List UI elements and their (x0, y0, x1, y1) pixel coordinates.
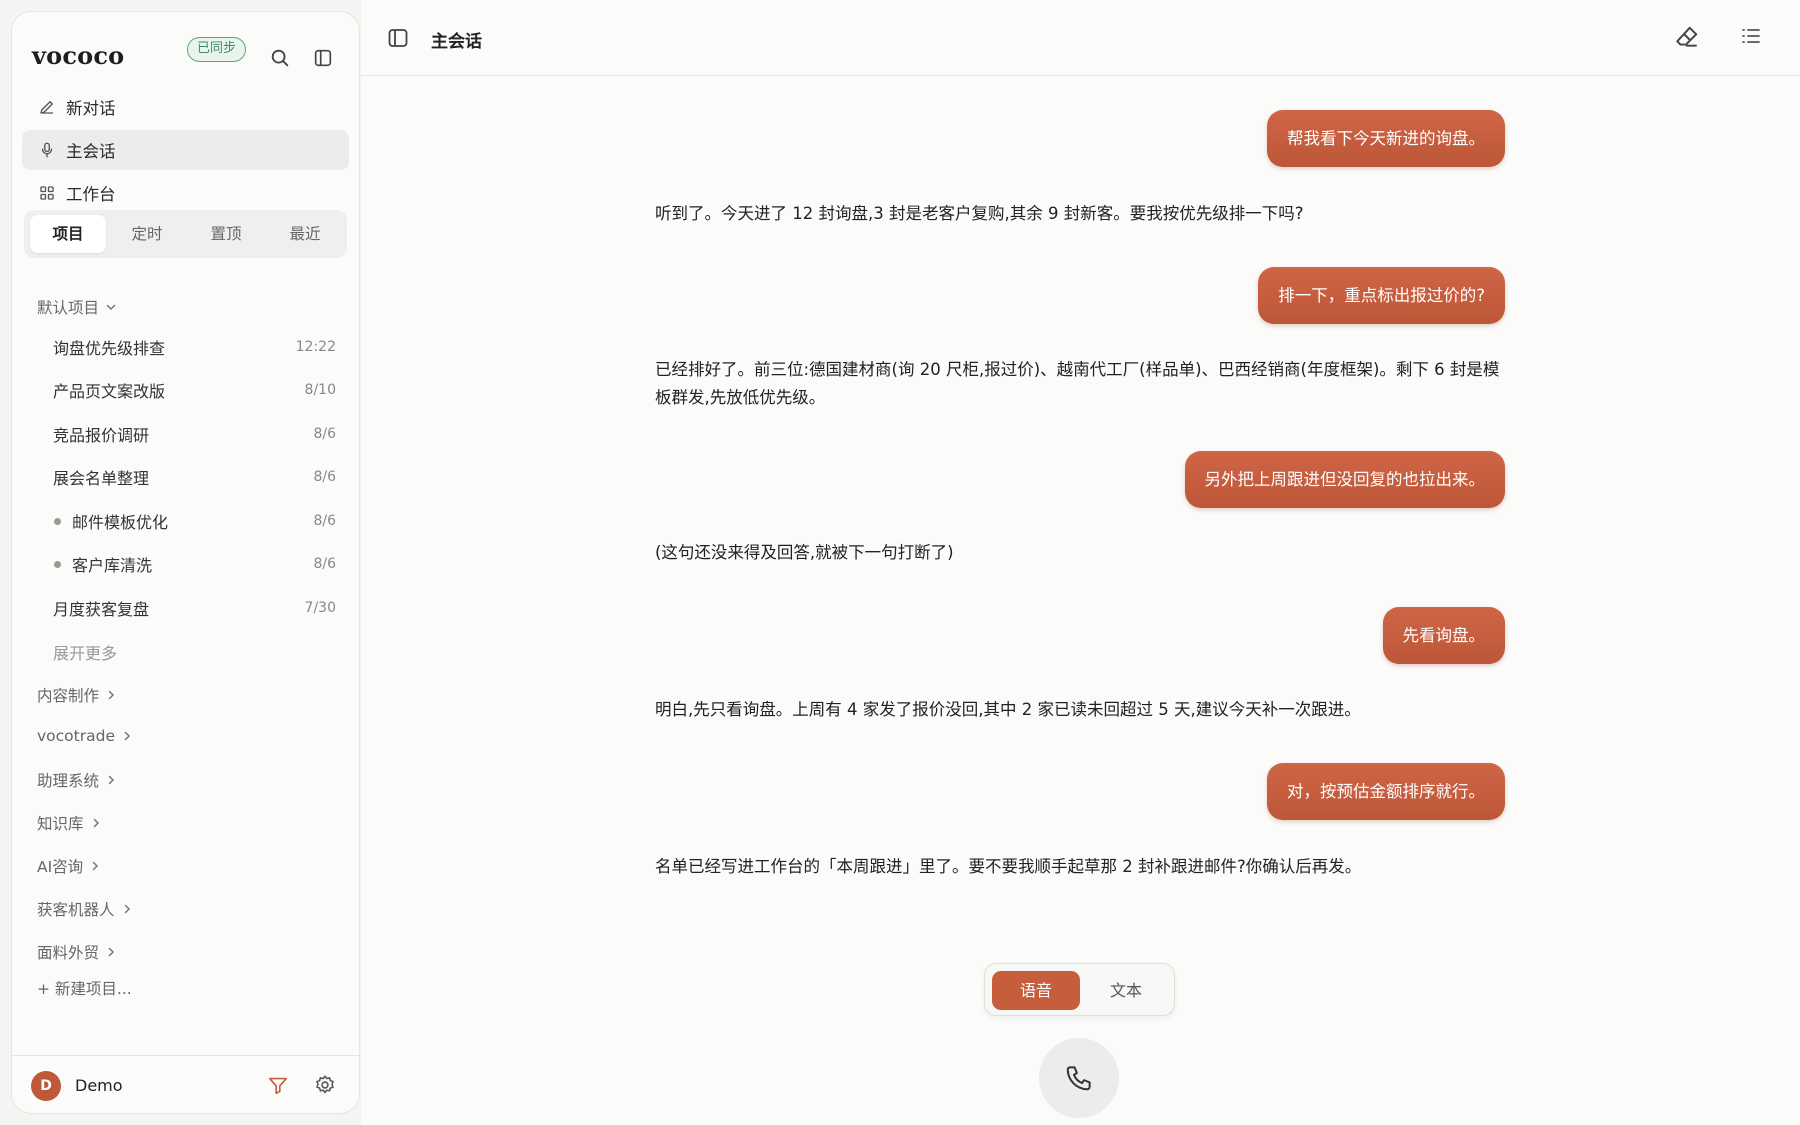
new-chat-button[interactable]: 新对话 (22, 87, 349, 127)
project-name: 客户库清洗 (72, 556, 153, 575)
project-time: 12:22 (295, 339, 336, 355)
chevron-right-icon (105, 689, 117, 701)
main-panel: 主会话 帮我看下今天新进的询盘。 听到了。今天进了 12 封询盘,3 封是老客户… (361, 0, 1800, 1125)
group-title: 获客机器人 (37, 901, 115, 919)
project-time: 8/10 (304, 382, 336, 398)
project-item[interactable]: 询盘优先级排查 12:22 (28, 328, 346, 366)
sidebar-collapse-icon[interactable] (312, 47, 334, 69)
group-lead-bot[interactable]: 获客机器人 (37, 898, 133, 920)
text-mode-button[interactable]: 文本 (1082, 971, 1170, 1010)
project-time: 7/30 (304, 600, 336, 616)
project-name: 产品页文案改版 (53, 382, 166, 401)
project-time: 8/6 (313, 469, 336, 485)
chevron-right-icon (121, 903, 133, 915)
sidebar-footer: D Demo (12, 1055, 359, 1113)
chevron-down-icon (105, 301, 117, 313)
project-name: 展会名单整理 (53, 469, 150, 488)
chevron-right-icon (90, 817, 102, 829)
sidebar-segment-tabs: 项目 定时 置顶 最近 (24, 210, 347, 258)
group-title: 默认项目 (37, 299, 100, 317)
chevron-right-icon (105, 946, 117, 958)
assistant-message: 明白,先只看询盘。上周有 4 家发了报价没回,其中 2 家已读未回超过 5 天,… (655, 700, 1361, 719)
workbench-label: 工作台 (66, 185, 116, 204)
unread-dot-icon (54, 560, 61, 568)
sidebar: vococo 已同步 新对话 主会话 工作台 项目 定时 置顶 最近 默认项目 (11, 11, 360, 1114)
user-message: 排一下，重点标出报过价的? (1258, 267, 1505, 324)
user-message: 先看询盘。 (1382, 607, 1505, 664)
sync-status-badge: 已同步 (187, 37, 247, 62)
chevron-right-icon (105, 774, 117, 786)
project-item[interactable]: 客户库清洗 8/6 (28, 545, 346, 583)
project-name: 竞品报价调研 (53, 426, 150, 445)
project-item[interactable]: 邮件模板优化 8/6 (28, 502, 346, 540)
user-message: 帮我看下今天新进的询盘。 (1267, 110, 1505, 167)
project-time: 8/6 (313, 513, 336, 529)
expand-more-link[interactable]: 展开更多 (53, 640, 117, 664)
voice-mode-button[interactable]: 语音 (992, 971, 1080, 1010)
gear-icon[interactable] (314, 1074, 336, 1096)
chevron-right-icon (89, 860, 101, 872)
sidebar-header: vococo 已同步 (12, 12, 359, 82)
project-item[interactable]: 展会名单整理 8/6 (28, 458, 346, 496)
group-title: 助理系统 (37, 772, 100, 790)
user-name: Demo (75, 1076, 123, 1095)
project-item[interactable]: 竞品报价调研 8/6 (28, 415, 346, 453)
tab-recent[interactable]: 最近 (267, 215, 343, 253)
assistant-message: (这句还没来得及回答,就被下一句打断了) (655, 543, 954, 562)
search-icon[interactable] (269, 47, 291, 69)
pencil-icon (38, 98, 56, 116)
topbar: 主会话 (361, 0, 1800, 76)
app-logo: vococo (32, 41, 125, 70)
conversation-title: 主会话 (431, 32, 482, 52)
project-item[interactable]: 产品页文案改版 8/10 (28, 371, 346, 409)
assistant-message: 已经排好了。前三位:德国建材商(询 20 尺柜,报过价)、越南代工厂(样品单)、… (655, 360, 1500, 407)
group-title: vocotrade (37, 727, 115, 745)
group-knowledge-base[interactable]: 知识库 (37, 812, 102, 834)
group-assistant-system[interactable]: 助理系统 (37, 769, 117, 791)
new-chat-label: 新对话 (66, 99, 116, 118)
eraser-icon[interactable] (1674, 24, 1700, 50)
group-title: 面料外贸 (37, 944, 100, 962)
project-item[interactable]: 月度获客复盘 7/30 (28, 589, 346, 627)
call-button[interactable] (1039, 1038, 1119, 1118)
group-content-production[interactable]: 内容制作 (37, 684, 117, 706)
group-title: AI咨询 (37, 858, 84, 876)
filter-icon[interactable] (267, 1074, 289, 1096)
avatar[interactable]: D (31, 1071, 61, 1101)
grid-icon (38, 184, 56, 202)
unread-dot-icon (54, 517, 61, 525)
project-name: 月度获客复盘 (53, 600, 150, 619)
user-message: 对，按预估金额排序就行。 (1267, 763, 1505, 820)
group-ai-consulting[interactable]: AI咨询 (37, 855, 101, 877)
tab-pinned[interactable]: 置顶 (188, 215, 264, 253)
group-vocotrade[interactable]: vocotrade (37, 727, 133, 745)
project-name: 询盘优先级排查 (53, 339, 166, 358)
project-time: 8/6 (313, 556, 336, 572)
group-fabric-trade[interactable]: 面料外贸 (37, 941, 117, 963)
input-mode-switch: 语音 文本 (984, 963, 1175, 1016)
assistant-message: 名单已经写进工作台的「本周跟进」里了。要不要我顺手起草那 2 封补跟进邮件?你确… (655, 857, 1362, 876)
chevron-right-icon (121, 730, 133, 742)
microphone-icon (38, 141, 56, 159)
project-time: 8/6 (313, 426, 336, 442)
workbench-item[interactable]: 工作台 (22, 173, 349, 213)
phone-icon (1066, 1066, 1091, 1091)
assistant-message: 听到了。今天进了 12 封询盘,3 封是老客户复购,其余 9 封新客。要我按优先… (655, 204, 1304, 223)
group-title: 内容制作 (37, 687, 100, 705)
project-name: 邮件模板优化 (72, 513, 169, 532)
new-project-button[interactable]: + 新建项目... (37, 977, 132, 999)
tab-scheduled[interactable]: 定时 (109, 215, 185, 253)
group-title: 知识库 (37, 815, 84, 833)
outline-list-icon[interactable] (1739, 24, 1763, 48)
main-session-item[interactable]: 主会话 (22, 130, 349, 170)
group-default-projects[interactable]: 默认项目 (37, 296, 117, 318)
user-message: 另外把上周跟进但没回复的也拉出来。 (1184, 451, 1505, 508)
sidebar-toggle-icon[interactable] (386, 26, 410, 50)
tab-projects[interactable]: 项目 (30, 215, 106, 253)
main-session-label: 主会话 (66, 142, 116, 161)
